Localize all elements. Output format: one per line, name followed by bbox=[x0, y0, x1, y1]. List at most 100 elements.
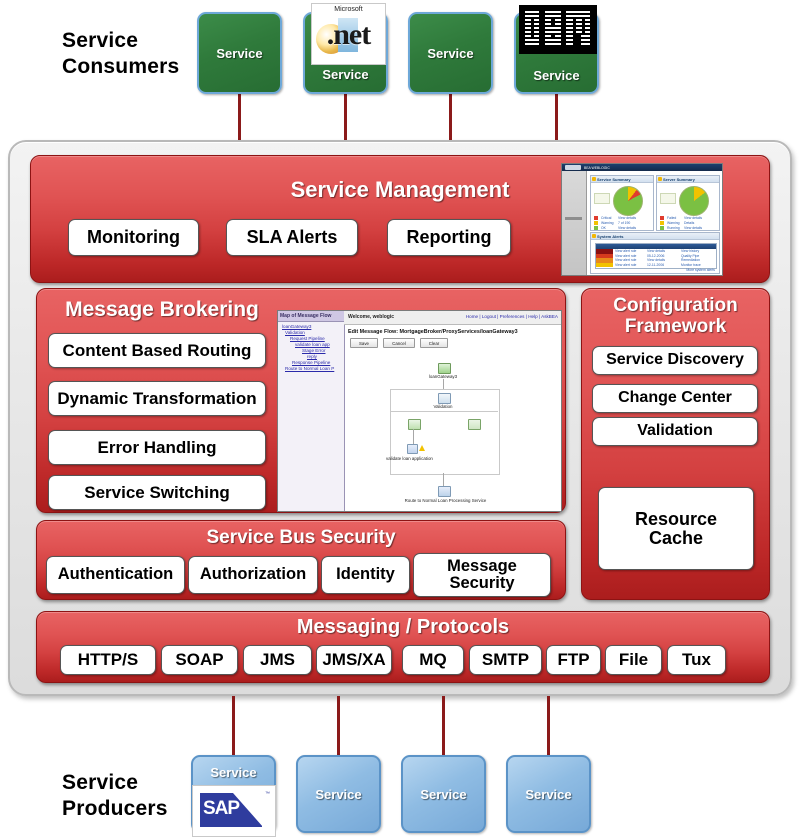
consumer-connector-3 bbox=[449, 94, 452, 142]
protocol-item-jmsxa[interactable]: JMS/XA bbox=[316, 645, 392, 675]
message-brokering-item-content-based-routing[interactable]: Content Based Routing bbox=[48, 333, 266, 368]
message-brokering-item-service-switching[interactable]: Service Switching bbox=[48, 475, 266, 510]
message-flow-welcome-text: Welcome, weblogic bbox=[348, 314, 395, 320]
microsoft-dotnet-logo-icon: Microsoft .net bbox=[311, 3, 386, 65]
consumer-service-box-1[interactable]: Service bbox=[197, 12, 282, 94]
protocol-item-https-label: HTTP/S bbox=[77, 650, 139, 670]
tree-item-3[interactable]: validate loan app bbox=[295, 342, 330, 347]
dotnet-logo-main-text: .net bbox=[326, 18, 372, 51]
ibm-logo-icon bbox=[519, 5, 597, 54]
topbar-link-logout[interactable]: Logout bbox=[482, 314, 496, 319]
producer-service-box-2[interactable]: Service bbox=[296, 755, 381, 833]
system-alerts-table-header bbox=[596, 244, 716, 249]
topbar-link-home[interactable]: Home bbox=[466, 314, 478, 319]
tree-item-2[interactable]: Request Pipeline bbox=[290, 336, 325, 341]
configuration-framework-item-validation-label: Validation bbox=[637, 422, 713, 440]
producer-service-label-2: Service bbox=[315, 786, 362, 802]
configuration-framework-title-line2: Framework bbox=[624, 315, 727, 337]
topbar-link-askbea[interactable]: AskBEA bbox=[541, 314, 558, 319]
service-consumers-label-line1: Service bbox=[62, 29, 139, 52]
message-brokering-item-dynamic-transformation[interactable]: Dynamic Transformation bbox=[48, 381, 266, 416]
message-flow-topbar-links[interactable]: Home | Logout | Preferences | Help | Ask… bbox=[466, 314, 558, 319]
protocol-item-jms-label: JMS bbox=[260, 650, 295, 670]
service-summary-pie-chart bbox=[613, 186, 643, 216]
tree-item-0[interactable]: loanGateway3 bbox=[282, 324, 311, 329]
flow-node-label-validate-loan-application: validate loan application bbox=[386, 456, 433, 461]
message-flow-editor-screenshot[interactable]: Map of Message Flow loanGateway3 Validat… bbox=[277, 310, 562, 512]
service-bus-security-item-message-security[interactable]: Message Security bbox=[413, 553, 551, 597]
message-flow-page-title: Edit Message Flow: MortgageBroker/ProxyS… bbox=[348, 329, 518, 335]
flow-node-icon-validate-loan[interactable] bbox=[407, 444, 418, 454]
resource-cache-label-line1: Resource bbox=[634, 508, 718, 529]
dashboard-card-service-summary[interactable]: Service Summary Critical View details War… bbox=[590, 175, 654, 231]
service-management-item-reporting[interactable]: Reporting bbox=[387, 219, 511, 256]
message-security-label-line2: Security bbox=[449, 574, 515, 592]
tree-item-6[interactable]: Response Pipeline bbox=[292, 360, 330, 365]
message-brokering-title: Message Brokering bbox=[65, 298, 259, 321]
producer-service-label-1: Service bbox=[210, 765, 257, 780]
dashboard-card-system-alerts-title: System Alerts bbox=[591, 233, 719, 240]
configuration-framework-item-service-discovery[interactable]: Service Discovery bbox=[592, 346, 758, 375]
dashboard-header-title: BEA WEBLOGIC bbox=[584, 165, 610, 170]
flow-node-icon-route[interactable] bbox=[438, 486, 451, 497]
consumer-connector-1 bbox=[238, 94, 241, 142]
service-bus-security-title: Service Bus Security bbox=[206, 527, 396, 548]
message-flow-nav-panel[interactable]: Map of Message Flow loanGateway3 Validat… bbox=[278, 311, 345, 511]
topbar-link-help[interactable]: Help bbox=[528, 314, 537, 319]
topbar-link-preferences[interactable]: Preferences bbox=[500, 314, 525, 319]
protocol-item-smtp[interactable]: SMTP bbox=[469, 645, 542, 675]
service-management-item-sla-alerts-label: SLA Alerts bbox=[246, 227, 338, 248]
messaging-protocols-title: Messaging / Protocols bbox=[296, 616, 510, 638]
configuration-framework-title: Configuration Framework bbox=[582, 295, 769, 337]
message-brokering-item-error-handling[interactable]: Error Handling bbox=[48, 430, 266, 465]
service-bus-security-item-authentication[interactable]: Authentication bbox=[46, 556, 185, 594]
consumer-service-box-3[interactable]: Service bbox=[408, 12, 493, 94]
service-bus-security-item-identity[interactable]: Identity bbox=[321, 556, 410, 594]
producer-service-label-3: Service bbox=[420, 786, 467, 802]
message-flow-nav-header: Map of Message Flow bbox=[278, 311, 344, 322]
protocol-item-tux-label: Tux bbox=[682, 650, 711, 670]
protocol-item-jms[interactable]: JMS bbox=[243, 645, 312, 675]
tree-item-5[interactable]: reply bbox=[307, 354, 317, 359]
tree-item-1[interactable]: Validation bbox=[285, 330, 305, 335]
message-flow-save-button[interactable]: Save bbox=[350, 338, 378, 348]
service-producers-label-line1: Service bbox=[62, 771, 139, 794]
flow-node-label-validation: Validation bbox=[433, 404, 453, 409]
protocol-item-tux[interactable]: Tux bbox=[667, 645, 726, 675]
protocol-item-soap[interactable]: SOAP bbox=[161, 645, 238, 675]
configuration-framework-item-change-center[interactable]: Change Center bbox=[592, 384, 758, 413]
service-management-item-monitoring-label: Monitoring bbox=[87, 227, 180, 248]
dashboard-card-system-alerts[interactable]: System Alerts View alert rule View detail… bbox=[590, 232, 720, 274]
server-summary-pie-chart bbox=[679, 186, 709, 216]
message-flow-cancel-button[interactable]: Cancel bbox=[383, 338, 415, 348]
protocol-item-ftp[interactable]: FTP bbox=[546, 645, 601, 675]
consumer-service-label-4: Service bbox=[533, 68, 580, 83]
configuration-framework-item-validation[interactable]: Validation bbox=[592, 417, 758, 446]
producer-service-box-3[interactable]: Service bbox=[401, 755, 486, 833]
tree-item-7[interactable]: Route to Normal Loan P bbox=[285, 366, 334, 371]
flow-node-icon-response-pipeline[interactable] bbox=[468, 419, 481, 430]
producer-service-box-4[interactable]: Service bbox=[506, 755, 591, 833]
service-management-item-monitoring[interactable]: Monitoring bbox=[68, 219, 199, 256]
flow-node-icon-request-pipeline[interactable] bbox=[408, 419, 421, 430]
producer-connector-2 bbox=[337, 696, 340, 756]
system-alerts-footer-link[interactable]: More system alerts bbox=[686, 268, 715, 272]
protocol-item-smtp-label: SMTP bbox=[481, 650, 530, 670]
message-flow-clear-button[interactable]: Clear bbox=[420, 338, 448, 348]
dashboard-left-nav[interactable] bbox=[562, 171, 587, 275]
flow-node-icon-loangateway3[interactable] bbox=[438, 363, 451, 374]
protocol-item-file[interactable]: File bbox=[605, 645, 662, 675]
service-consumers-label: Service Consumers bbox=[62, 28, 179, 81]
protocol-item-mq[interactable]: MQ bbox=[402, 645, 464, 675]
configuration-framework-resource-cache[interactable]: Resource Cache bbox=[598, 487, 754, 570]
service-management-item-sla-alerts[interactable]: SLA Alerts bbox=[226, 219, 358, 256]
protocol-item-https[interactable]: HTTP/S bbox=[60, 645, 156, 675]
dashboard-card-server-summary-title: Server Summary bbox=[657, 176, 719, 183]
flow-node-icon-validation[interactable] bbox=[438, 393, 451, 404]
service-bus-security-item-authorization[interactable]: Authorization bbox=[188, 556, 318, 594]
producer-connector-4 bbox=[547, 696, 550, 756]
tree-item-4[interactable]: Stage Error bbox=[302, 348, 326, 353]
dashboard-card-server-summary[interactable]: Server Summary Failed View details Warnin… bbox=[656, 175, 720, 231]
operations-dashboard-screenshot[interactable]: BEA WEBLOGIC Service Summary Critical Vie… bbox=[561, 163, 723, 276]
consumer-service-label-1: Service bbox=[216, 45, 263, 61]
